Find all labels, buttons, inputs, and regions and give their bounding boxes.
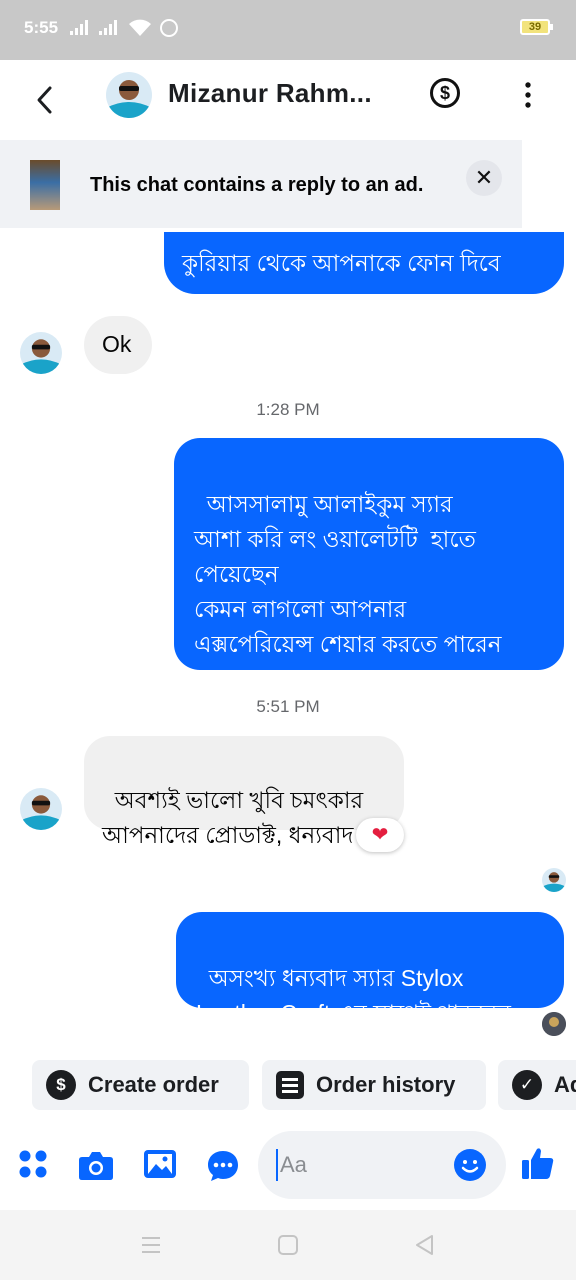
read-receipt-avatar xyxy=(542,1012,566,1036)
more-options-icon[interactable] xyxy=(518,80,538,110)
camera-icon[interactable] xyxy=(78,1149,114,1181)
contact-avatar[interactable] xyxy=(106,72,152,118)
avatar-image xyxy=(20,788,62,830)
like-thumb-icon[interactable] xyxy=(520,1145,556,1181)
message-text: আসসালামু আলাইকুম স্যার আশা করি লং ওয়ালে… xyxy=(194,491,502,692)
message-input[interactable]: Aa xyxy=(258,1131,506,1199)
recent-apps-icon[interactable] xyxy=(140,1235,162,1255)
chip-label: Create order xyxy=(88,1072,219,1097)
contact-name[interactable]: Mizanur Rahm... xyxy=(168,78,372,109)
back-nav-icon[interactable] xyxy=(412,1233,436,1257)
message-outgoing[interactable]: কুরিয়ার থেকে আপনাকে ফোন দিবে xyxy=(164,232,564,294)
message-text: অসংখ্য ধন্যবাদ স্যার Stylox Leather Craf… xyxy=(196,965,511,1026)
wifi-icon xyxy=(129,19,151,36)
chat-header: Mizanur Rahm... $ xyxy=(0,60,576,140)
chip-label: Order history xyxy=(316,1072,456,1097)
signal-icon xyxy=(70,20,88,35)
system-nav-bar xyxy=(0,1210,576,1280)
chip-label: Ad xyxy=(554,1072,576,1097)
message-incoming[interactable]: Ok xyxy=(84,316,152,374)
brand-logo-icon xyxy=(542,1012,566,1036)
gallery-icon[interactable] xyxy=(143,1149,177,1179)
text-cursor xyxy=(276,1149,278,1181)
back-arrow-icon[interactable] xyxy=(30,80,60,120)
ad-thumbnail[interactable] xyxy=(30,160,60,210)
status-bar: 5:55 39 xyxy=(0,0,576,60)
app-notification-icon xyxy=(160,19,178,37)
signal-icon xyxy=(99,20,117,35)
apps-grid-icon[interactable] xyxy=(18,1149,48,1179)
message-text: কুরিয়ার থেকে আপনাকে ফোন দিবে xyxy=(182,250,501,276)
check-circle-icon: ✓ xyxy=(512,1070,542,1100)
message-text: অবশ্যই ভালো খুবি চমৎকার আপনাদের প্রোডাক্… xyxy=(102,787,364,848)
payment-button[interactable]: $ xyxy=(430,78,460,108)
message-incoming[interactable]: অবশ্যই ভালো খুবি চমৎকার আপনাদের প্রোডাক্… xyxy=(84,736,404,848)
message-outgoing[interactable]: আসসালামু আলাইকুম স্যার আশা করি লং ওয়ালে… xyxy=(174,438,564,692)
status-time: 5:55 xyxy=(24,18,59,37)
home-icon[interactable] xyxy=(277,1234,299,1256)
message-composer: Aa xyxy=(0,1125,576,1210)
create-order-chip[interactable]: $ Create order xyxy=(32,1060,249,1110)
message-outgoing[interactable]: অসংখ্য ধন্যবাদ স্যার Stylox Leather Craf… xyxy=(176,912,564,1026)
contact-avatar-small[interactable] xyxy=(20,788,62,830)
avatar-image xyxy=(20,332,62,374)
heart-reaction[interactable]: ❤ xyxy=(356,818,404,852)
timestamp: 5:51 PM xyxy=(256,697,320,716)
input-placeholder: Aa xyxy=(280,1152,307,1177)
avatar-image xyxy=(542,868,566,892)
ad-chip[interactable]: ✓ Ad xyxy=(498,1060,576,1110)
close-banner-button[interactable]: ✕ xyxy=(466,160,502,196)
seen-avatar xyxy=(542,868,566,892)
contact-avatar-small[interactable] xyxy=(20,332,62,374)
dollar-circle-icon: $ xyxy=(46,1070,76,1100)
avatar-image xyxy=(106,72,152,118)
chat-bubble-icon[interactable] xyxy=(206,1149,240,1183)
timestamp: 1:28 PM xyxy=(256,400,320,419)
order-history-chip[interactable]: Order history xyxy=(262,1060,486,1110)
receipt-icon xyxy=(276,1071,304,1099)
message-text: Ok xyxy=(102,331,132,357)
ad-banner-text: This chat contains a reply to an ad. xyxy=(90,174,424,196)
emoji-icon[interactable] xyxy=(454,1149,486,1181)
battery-icon: 39 xyxy=(520,19,553,35)
ad-reply-banner: This chat contains a reply to an ad. ✕ xyxy=(0,140,522,228)
